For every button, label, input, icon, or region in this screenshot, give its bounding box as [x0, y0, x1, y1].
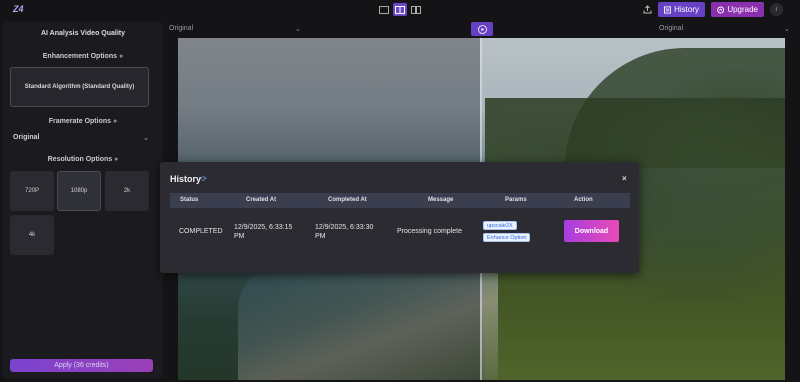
- split-view-button[interactable]: [393, 3, 407, 16]
- history-button-label: History: [674, 5, 699, 14]
- column-status: Status: [180, 197, 199, 203]
- side-by-side-icon: [411, 5, 421, 14]
- top-bar: Z4 History Upgrade r: [0, 0, 800, 19]
- framerate-options-heading: Framerate Options ●: [3, 118, 163, 125]
- app-logo: Z4: [13, 4, 24, 14]
- chevron-down-icon: ⌄: [295, 26, 301, 33]
- history-modal: History ⟳ × Status Created At Completed …: [160, 162, 639, 273]
- resolution-options-heading: Resolution Options ●: [3, 156, 163, 163]
- upgrade-icon: [717, 6, 725, 13]
- upgrade-button[interactable]: Upgrade: [711, 2, 764, 17]
- param-tag: upscale2X: [483, 221, 517, 230]
- right-preview-label: Original: [659, 25, 684, 32]
- single-view-icon: [379, 5, 389, 14]
- framerate-select[interactable]: Original ⌄: [13, 134, 149, 144]
- play-icon: [477, 24, 487, 34]
- enhancement-options-label: Enhancement Options: [42, 53, 118, 60]
- row-message: Processing complete: [397, 228, 462, 235]
- column-params: Params: [505, 197, 527, 203]
- bulb-icon: ●: [114, 156, 119, 163]
- chevron-down-icon: ⌄: [784, 26, 790, 33]
- column-message: Message: [428, 197, 454, 203]
- enhancement-options-heading: Enhancement Options ●: [3, 53, 163, 60]
- column-created-at: Created At: [246, 197, 277, 203]
- row-status: COMPLETED: [179, 228, 223, 235]
- row-created-at: 12/9/2025, 6:33:15 PM: [234, 224, 293, 240]
- column-completed-at: Completed At: [328, 197, 367, 203]
- param-tag: Enhance Option: [483, 233, 531, 242]
- resolution-option-2k[interactable]: 2k: [105, 171, 149, 211]
- options-panel: AI Analysis Video Quality Enhancement Op…: [3, 22, 163, 378]
- bulb-icon: ●: [112, 118, 118, 125]
- framerate-value: Original: [13, 134, 40, 141]
- chevron-down-icon: ⌄: [143, 135, 149, 142]
- split-view-icon: [395, 5, 405, 14]
- avatar[interactable]: r: [770, 3, 783, 16]
- history-button[interactable]: History: [658, 2, 705, 17]
- apply-button[interactable]: Apply (36 credits): [10, 359, 153, 372]
- row-completed-at: 12/9/2025, 6:33:30 PM: [315, 224, 374, 240]
- algorithm-card-standard[interactable]: Standard Algorithm (Standard Quality): [10, 67, 149, 107]
- history-icon: [664, 5, 672, 14]
- column-action: Action: [574, 197, 593, 203]
- bulb-icon: ●: [119, 53, 124, 60]
- download-button[interactable]: Download: [564, 220, 619, 242]
- upgrade-button-label: Upgrade: [727, 5, 758, 14]
- refresh-icon[interactable]: ⟳: [201, 175, 207, 183]
- left-preview-label: Original: [169, 25, 194, 32]
- play-button[interactable]: [471, 22, 493, 36]
- table-header: Status Created At Completed At Message P…: [170, 193, 630, 208]
- panel-title: AI Analysis Video Quality: [40, 30, 126, 37]
- close-icon[interactable]: ×: [622, 174, 627, 183]
- preview-toolbar: Original ⌄ Original ⌄: [165, 22, 797, 38]
- resolution-option-4k[interactable]: 4k: [10, 215, 54, 255]
- resolution-option-720p[interactable]: 720P: [10, 171, 54, 211]
- side-by-side-button[interactable]: [409, 3, 423, 16]
- resolution-option-1080p[interactable]: 1080p: [57, 171, 101, 211]
- right-preview-select[interactable]: Original: [659, 25, 683, 32]
- share-button[interactable]: [640, 3, 654, 16]
- modal-title: History: [170, 174, 202, 184]
- single-view-button[interactable]: [377, 3, 391, 16]
- resolution-options-label: Resolution Options: [47, 156, 113, 163]
- left-preview-select[interactable]: Original: [169, 25, 193, 32]
- framerate-options-label: Framerate Options: [48, 118, 112, 125]
- share-icon: [643, 5, 651, 14]
